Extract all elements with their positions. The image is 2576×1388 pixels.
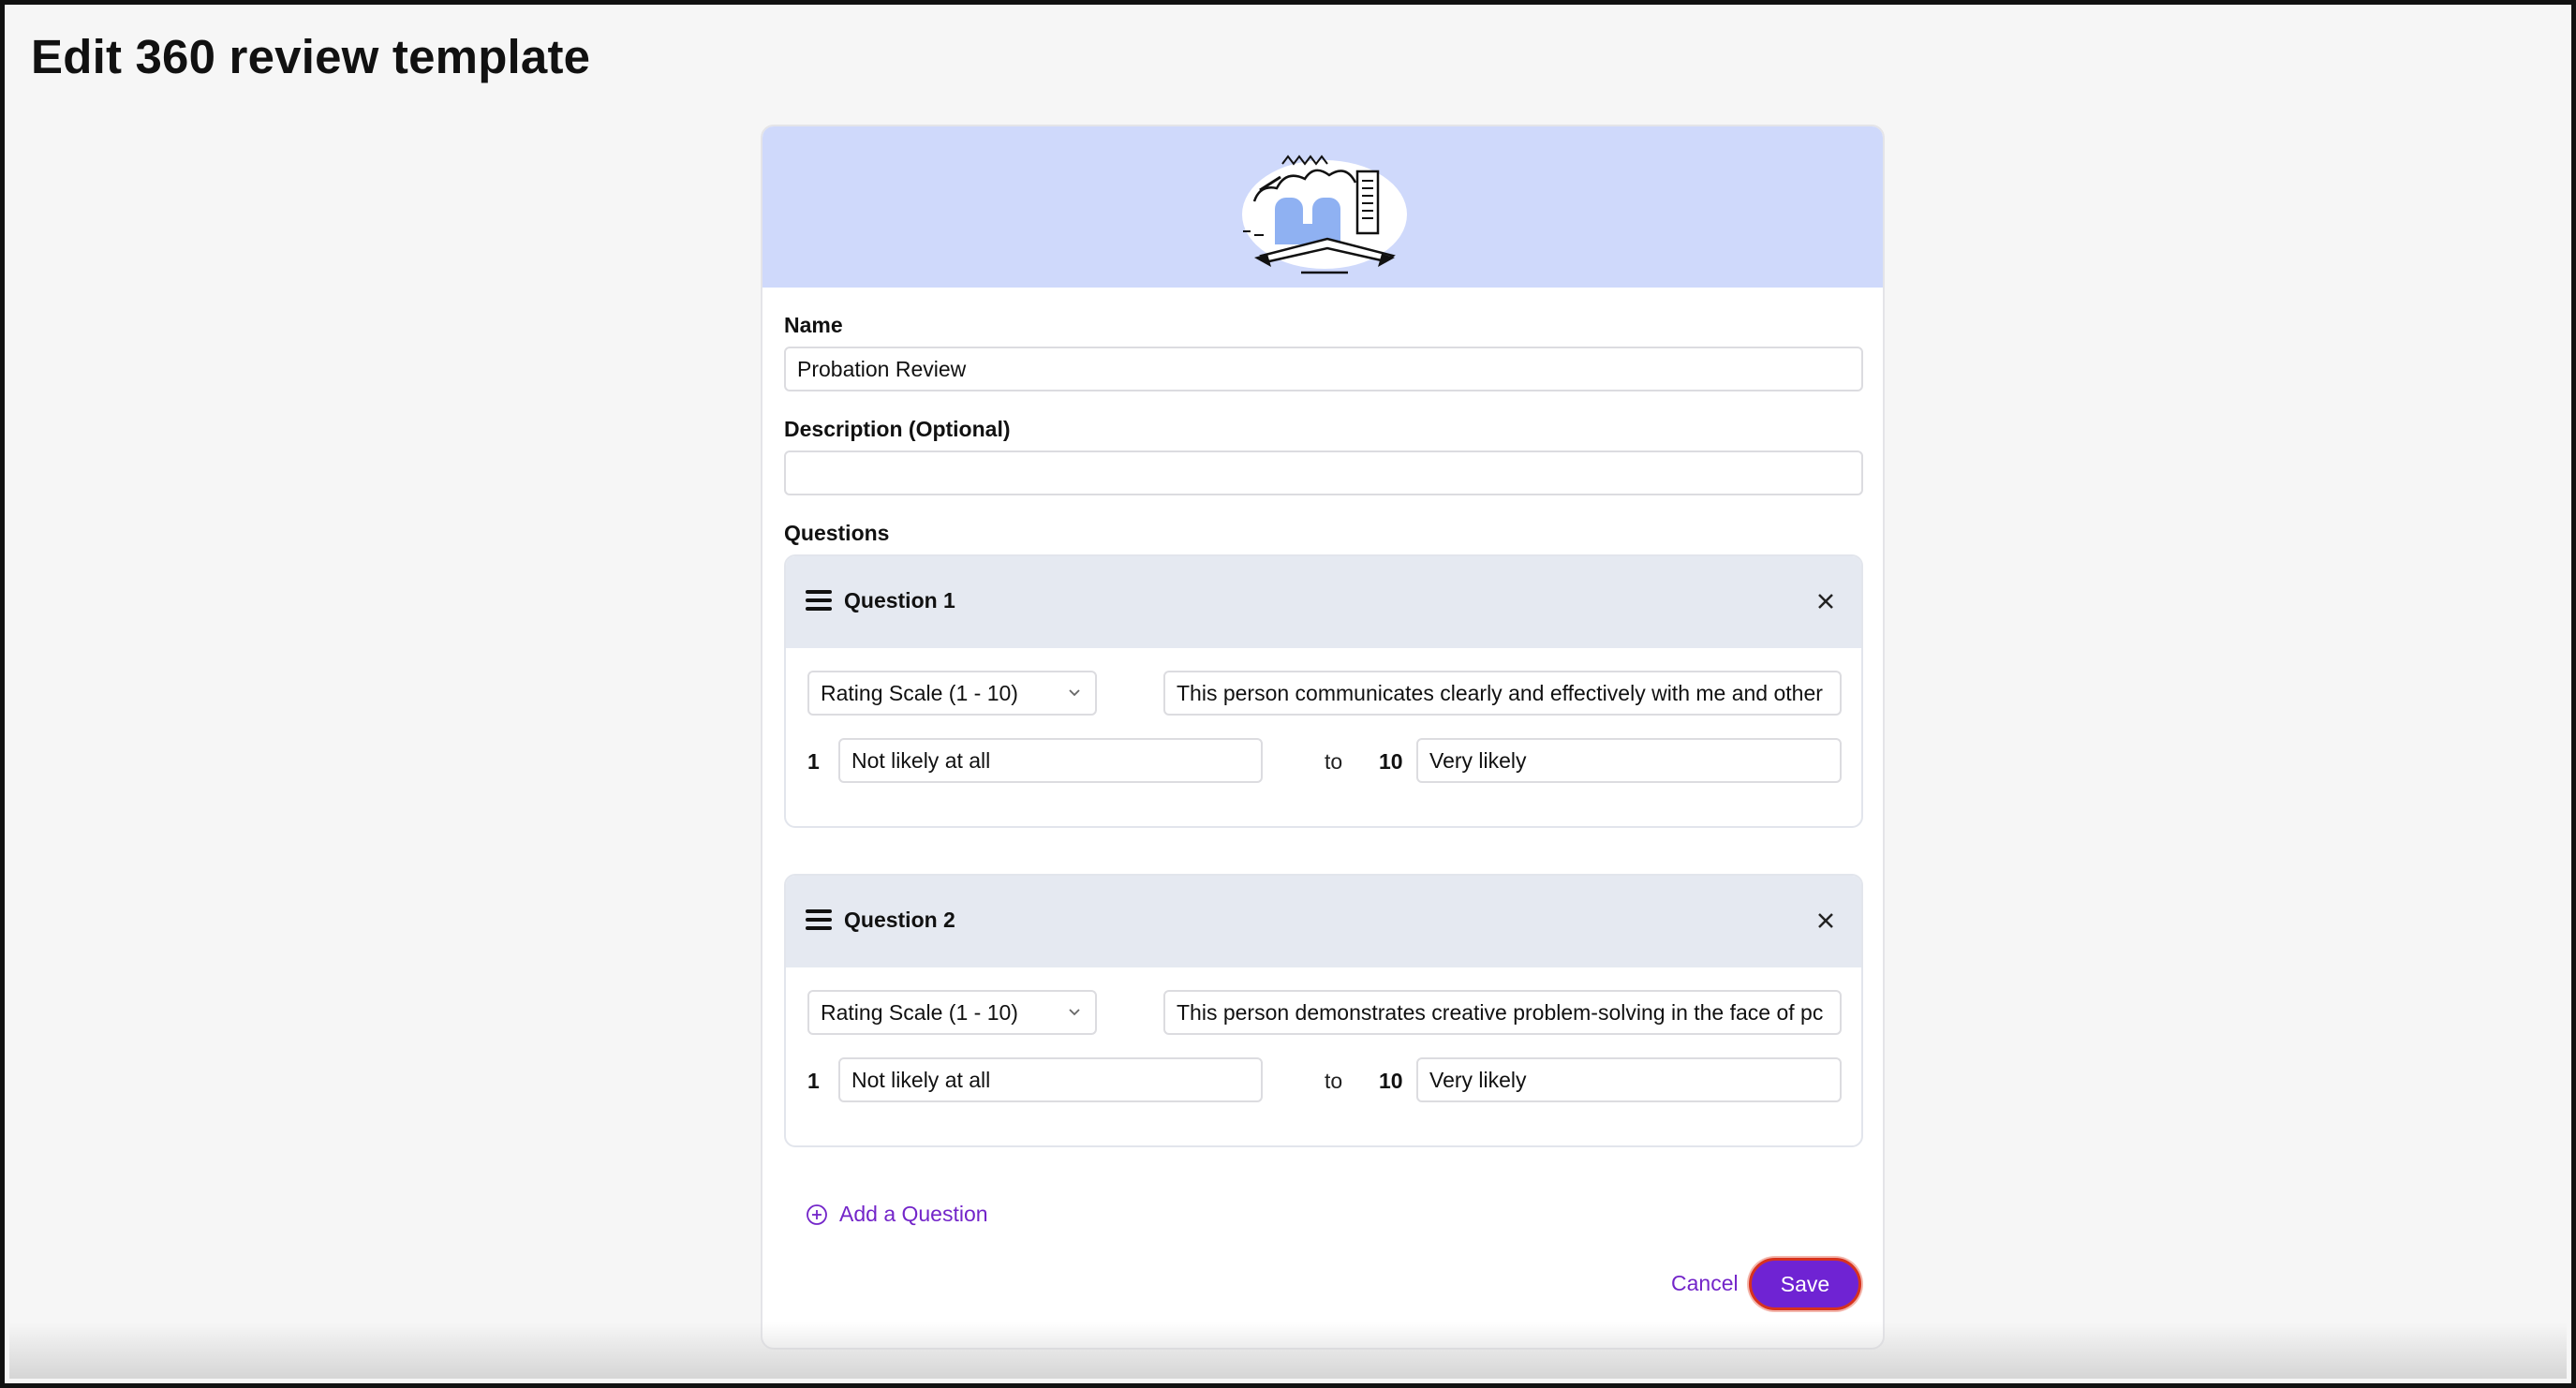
question-type-select[interactable]: Rating Scale (1 - 10): [807, 990, 1097, 1035]
question-card-2: Question 2 Rating Scale (1 - 10) This pe…: [784, 874, 1863, 1147]
question-title: Question 2: [844, 908, 955, 932]
app-window: Edit 360 review template Name Probation …: [0, 0, 2576, 1388]
add-question-link[interactable]: Add a Question: [806, 1202, 988, 1227]
question-type-value: Rating Scale (1 - 10): [821, 681, 1018, 705]
save-button[interactable]: Save: [1749, 1258, 1861, 1310]
question-header: Question 2: [786, 876, 1861, 967]
scale-min-label-input[interactable]: Not likely at all: [838, 738, 1263, 783]
scale-min-label-input[interactable]: Not likely at all: [838, 1057, 1263, 1102]
page-title: Edit 360 review template: [31, 30, 591, 83]
question-type-value: Rating Scale (1 - 10): [821, 1000, 1018, 1025]
plus-circle-icon: [807, 1203, 827, 1225]
chevron-down-icon: [1069, 689, 1080, 697]
questions-label: Questions: [784, 521, 890, 545]
question-header: Question 1: [786, 556, 1861, 648]
scale-max-label-input[interactable]: Very likely: [1416, 1057, 1842, 1102]
cancel-button[interactable]: Cancel: [1671, 1271, 1739, 1296]
scale-max-value: 10: [1379, 1069, 1403, 1093]
description-label: Description (Optional): [784, 417, 1011, 441]
scale-to-text: to: [1325, 1069, 1343, 1093]
name-input[interactable]: Probation Review: [784, 347, 1863, 391]
question-type-select[interactable]: Rating Scale (1 - 10): [807, 671, 1097, 716]
scale-min-value: 1: [807, 1069, 820, 1093]
banner-illustration: [1242, 155, 1407, 274]
name-label: Name: [784, 313, 843, 337]
close-icon[interactable]: [1813, 908, 1839, 934]
scale-max-label-input[interactable]: Very likely: [1416, 738, 1842, 783]
question-text-input[interactable]: This person communicates clearly and eff…: [1163, 671, 1842, 716]
question-title: Question 1: [844, 588, 955, 613]
question-card-1: Question 1 Rating Scale (1 - 10) This pe…: [784, 554, 1863, 828]
scale-max-value: 10: [1379, 749, 1403, 774]
chevron-down-icon: [1069, 1009, 1080, 1016]
add-question-label: Add a Question: [839, 1202, 988, 1226]
close-icon[interactable]: [1813, 588, 1839, 614]
question-text-input[interactable]: This person demonstrates creative proble…: [1163, 990, 1842, 1035]
header-banner: [762, 126, 1883, 288]
scale-to-text: to: [1325, 749, 1343, 774]
hamburger-icon[interactable]: [806, 909, 832, 930]
template-form-card: Name Probation Review Description (Optio…: [761, 125, 1885, 1350]
hamburger-icon[interactable]: [806, 590, 832, 611]
description-input[interactable]: [784, 450, 1863, 495]
scale-min-value: 1: [807, 749, 820, 774]
bottom-shadow: [9, 1322, 2567, 1379]
